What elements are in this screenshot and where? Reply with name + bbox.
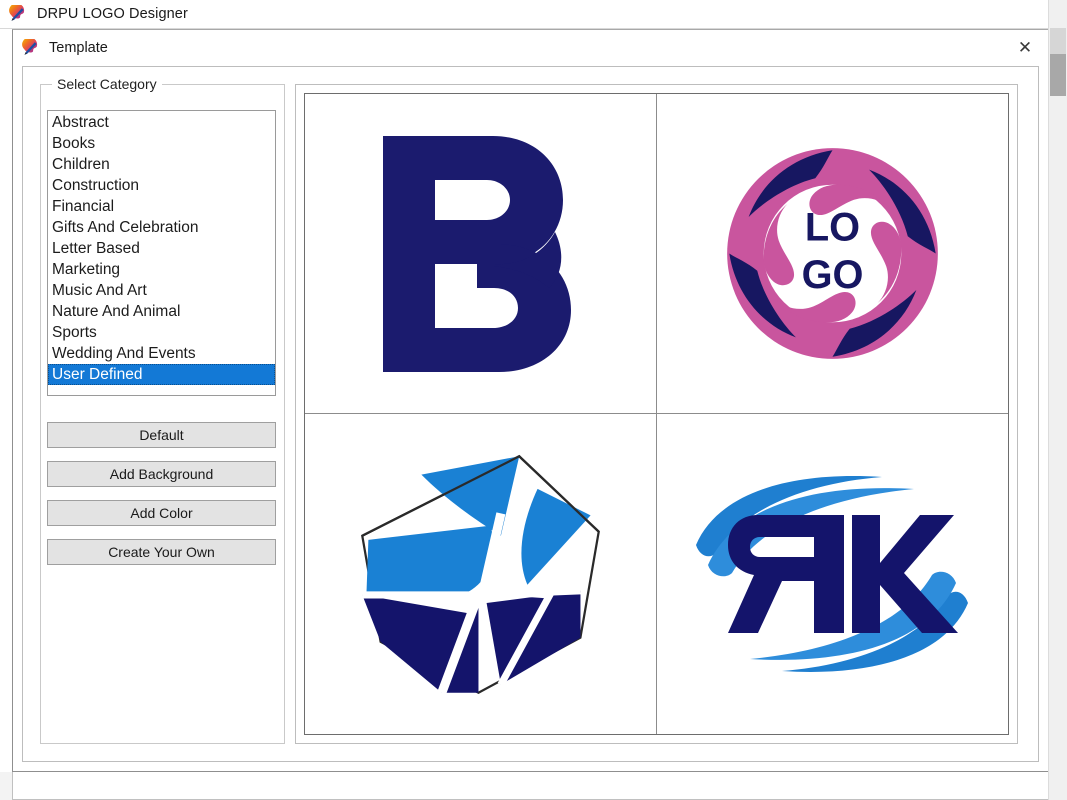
default-button[interactable]: Default (47, 422, 276, 448)
scrollbar-thumb[interactable] (1050, 54, 1066, 96)
dialog-title: Template (49, 40, 108, 56)
dialog-titlebar: Template ✕ (13, 30, 1048, 66)
rk-swoosh-logo-graphic (696, 476, 969, 672)
category-item-books[interactable]: Books (48, 133, 275, 154)
template-thumbnail-logo-circle-hands-logo[interactable]: LO GO (656, 94, 1008, 414)
select-category-group: Select Category Abstract Books Children Con… (40, 76, 285, 744)
category-item-sports[interactable]: Sports (48, 322, 275, 343)
scrollbar-track-upper[interactable] (1050, 28, 1066, 54)
close-icon[interactable]: ✕ (1002, 30, 1048, 65)
palette-brush-icon (21, 38, 40, 58)
pb-monogram-logo-graphic (383, 135, 572, 372)
template-grid: LO GO (305, 94, 1008, 734)
application-window: DRPU LOGO Designer Template ✕ Select Cat… (0, 0, 1049, 800)
application-titlebar: DRPU LOGO Designer (0, 0, 1049, 29)
category-item-music-and-art[interactable]: Music And Art (48, 280, 275, 301)
add-background-button[interactable]: Add Background (47, 461, 276, 487)
select-category-label: Select Category (52, 76, 162, 92)
category-item-user-defined[interactable]: User Defined (48, 364, 275, 385)
category-item-nature-and-animal[interactable]: Nature And Animal (48, 301, 275, 322)
category-listbox[interactable]: Abstract Books Children Construction Financi… (47, 110, 276, 396)
application-title: DRPU LOGO Designer (37, 6, 188, 22)
palette-brush-icon (8, 4, 27, 24)
template-preview-panel: LO GO (295, 84, 1018, 744)
add-color-button[interactable]: Add Color (47, 500, 276, 526)
category-item-wedding-and-events[interactable]: Wedding And Events (48, 343, 275, 364)
window-bottom-strip (12, 772, 1049, 800)
template-dialog: Template ✕ Select Category Abstract Books… (12, 29, 1049, 772)
category-item-financial[interactable]: Financial (48, 196, 275, 217)
template-thumbnail-rk-swoosh-logo[interactable] (656, 414, 1008, 734)
dialog-client-area: Select Category Abstract Books Children Con… (22, 66, 1039, 762)
page-scrollbar[interactable] (1048, 0, 1067, 800)
category-item-gifts-and-celebration[interactable]: Gifts And Celebration (48, 217, 275, 238)
template-preview-inner: LO GO (304, 93, 1009, 735)
template-thumbnail-hexagon-abstract-logo[interactable] (305, 414, 657, 734)
template-thumbnail-pb-monogram-logo[interactable] (305, 94, 657, 414)
logo-text-line2: GO (801, 253, 863, 297)
category-item-abstract[interactable]: Abstract (48, 112, 275, 133)
create-your-own-button[interactable]: Create Your Own (47, 539, 276, 565)
category-item-marketing[interactable]: Marketing (48, 259, 275, 280)
logo-text-line1: LO (805, 206, 860, 250)
category-item-children[interactable]: Children (48, 154, 275, 175)
logo-circle-hands-logo-graphic: LO GO (726, 148, 938, 359)
category-item-letter-based[interactable]: Letter Based (48, 238, 275, 259)
hexagon-abstract-logo-graphic (360, 454, 600, 694)
category-item-construction[interactable]: Construction (48, 175, 275, 196)
